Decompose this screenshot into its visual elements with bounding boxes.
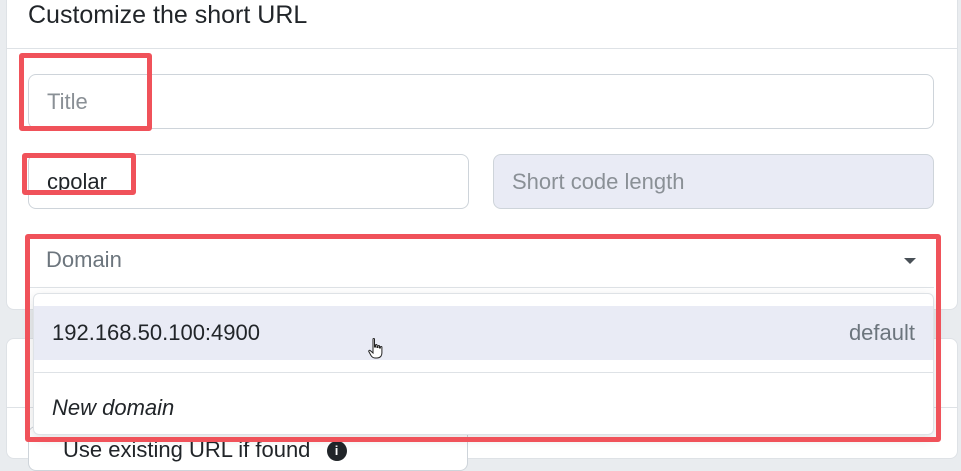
dropdown-divider (34, 372, 933, 373)
caret-down-icon (904, 258, 916, 264)
domain-dropdown-menu: 192.168.50.100:4900 default New domain (33, 293, 934, 435)
hand-pointer-icon (368, 338, 383, 359)
short-code-length-input[interactable] (493, 154, 934, 209)
domain-option-label: 192.168.50.100:4900 (52, 320, 260, 345)
new-domain-label: New domain (52, 395, 175, 420)
new-domain-option[interactable]: New domain (34, 386, 933, 430)
card-header-divider (6, 48, 958, 49)
domain-option-default[interactable]: 192.168.50.100:4900 default (34, 306, 933, 360)
info-circle-icon[interactable]: i (326, 441, 347, 462)
domain-select-placeholder: Domain (46, 247, 122, 272)
card-title: Customize the short URL (28, 1, 308, 29)
title-input[interactable] (28, 74, 934, 129)
domain-select[interactable]: Domain (28, 233, 934, 288)
default-badge: default (848, 320, 915, 345)
find-if-exists-label: Use existing URL if found (63, 437, 311, 462)
custom-slug-input[interactable] (28, 154, 469, 209)
